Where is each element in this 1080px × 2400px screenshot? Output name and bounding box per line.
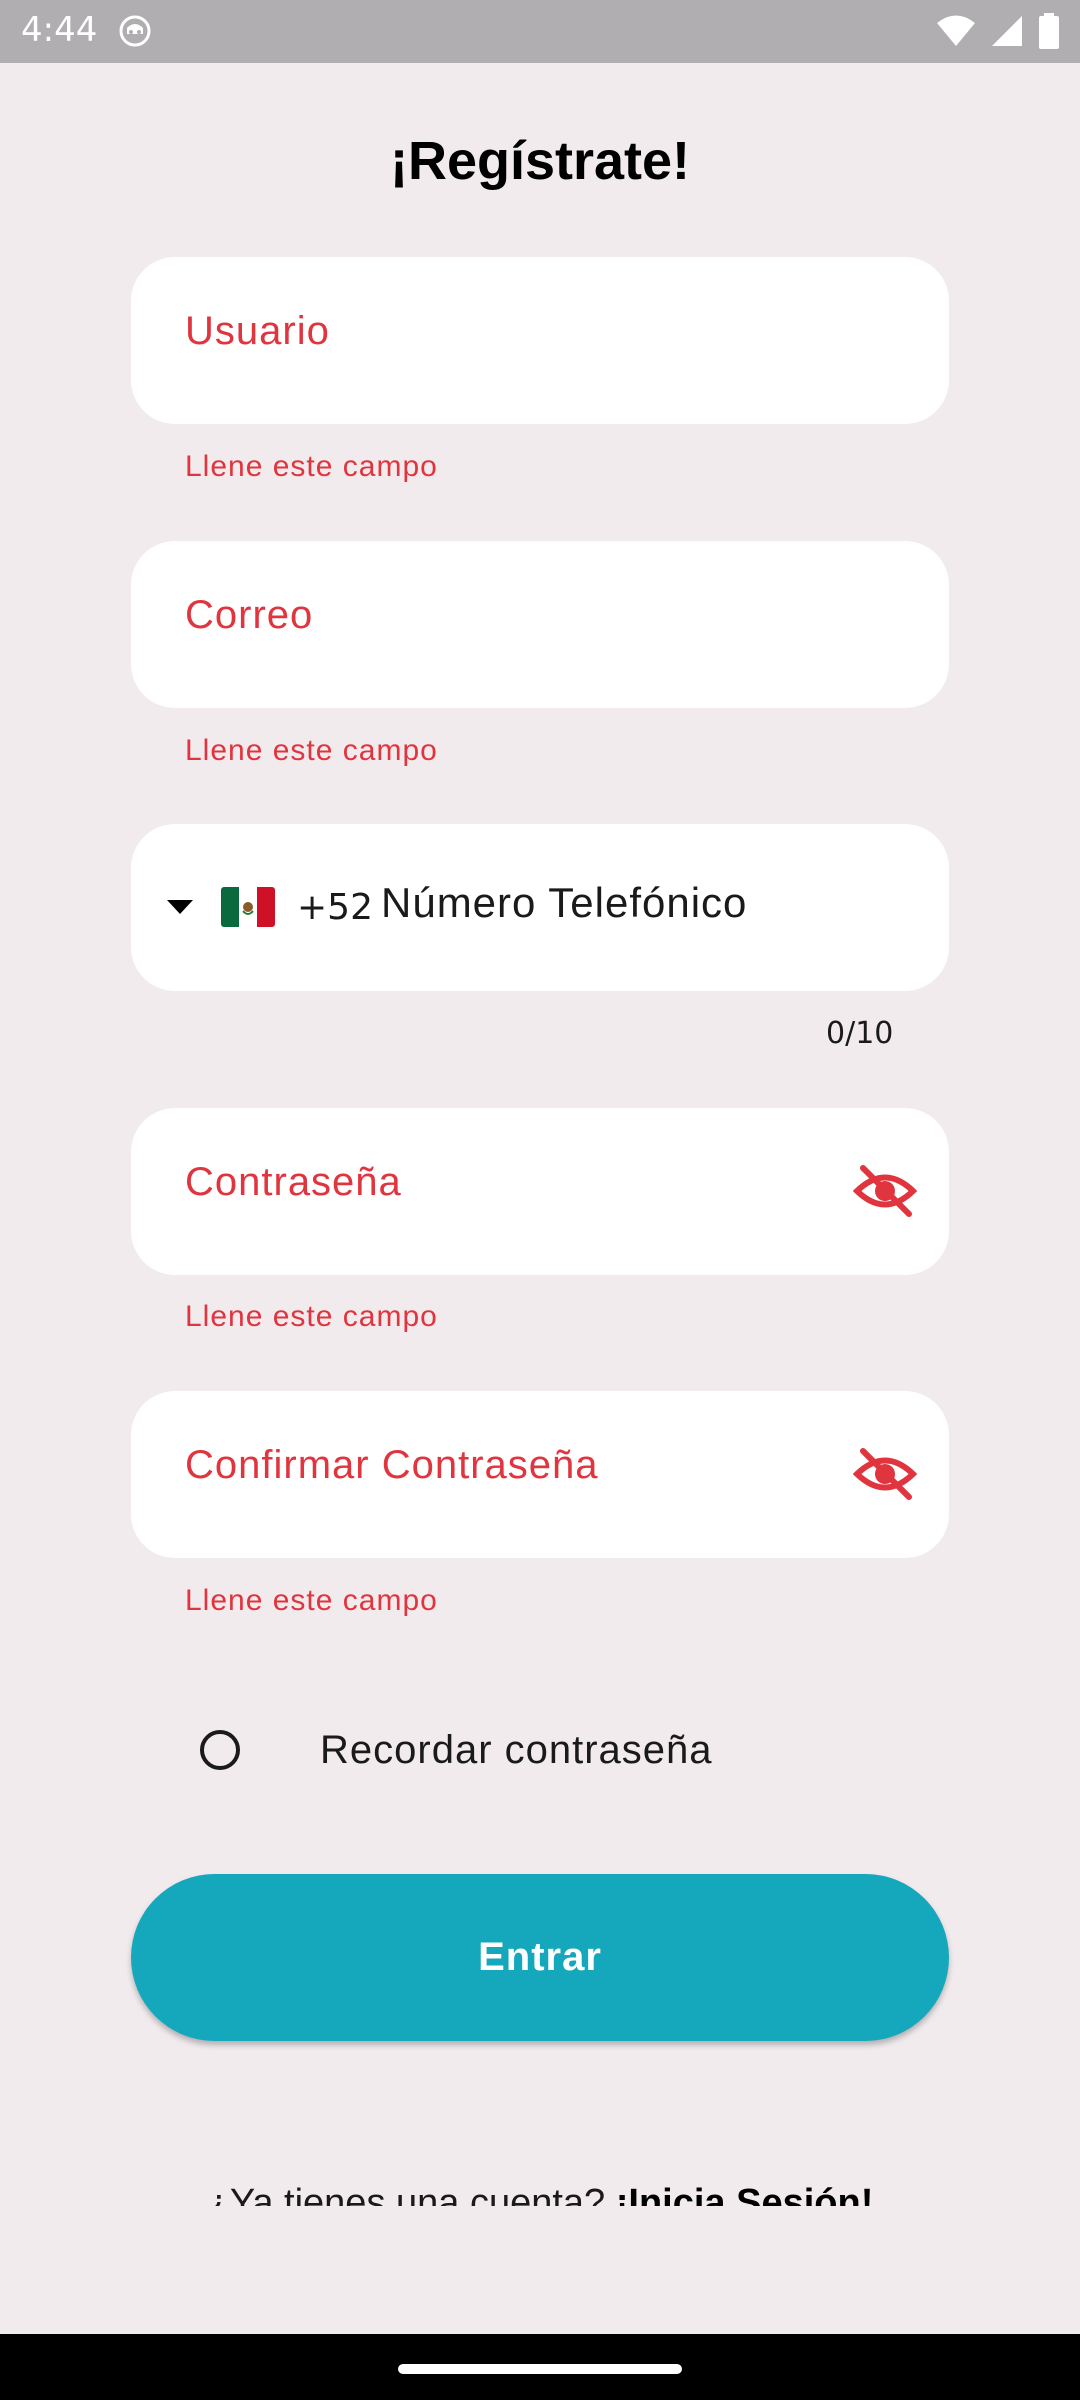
password-error: Llene este campo <box>185 1300 438 1333</box>
status-icons <box>936 13 1060 49</box>
phone-char-counter: 0/10 <box>826 1016 894 1051</box>
caret-down-icon <box>167 900 193 914</box>
username-error: Llene este campo <box>185 450 438 483</box>
email-field[interactable]: Correo <box>131 541 949 708</box>
status-time: 4:44 <box>21 10 98 50</box>
password-field[interactable]: Contraseña <box>131 1108 949 1275</box>
remember-password-label: Recordar contraseña <box>320 1727 713 1772</box>
email-error: Llene este campo <box>185 734 438 767</box>
eye-off-icon[interactable] <box>853 1162 917 1220</box>
password-field-label: Contraseña <box>185 1160 402 1204</box>
status-bar: 4:44 <box>0 0 1080 63</box>
dial-code: +52 <box>297 886 373 928</box>
eye-off-icon[interactable] <box>853 1445 917 1503</box>
country-code-dropdown[interactable]: +52 <box>157 864 373 950</box>
wifi-icon <box>937 15 975 46</box>
phone-input[interactable]: Número Telefónico <box>381 879 747 927</box>
battery-icon <box>1039 13 1059 49</box>
page-title: ¡Regístrate! <box>389 131 691 191</box>
remember-password-checkbox[interactable] <box>200 1730 240 1770</box>
login-link[interactable]: ¡Inicia Sesión! <box>616 2182 874 2206</box>
mexico-flag-icon <box>221 887 275 927</box>
username-field[interactable]: Usuario <box>131 257 949 424</box>
home-gesture-handle[interactable] <box>398 2364 682 2374</box>
confirm-password-error: Llene este campo <box>185 1584 438 1617</box>
navigation-bar <box>0 2334 1080 2400</box>
email-field-label: Correo <box>185 593 314 637</box>
confirm-password-field[interactable]: Confirmar Contraseña <box>131 1391 949 1558</box>
enter-button[interactable]: Entrar <box>131 1874 949 2041</box>
login-prompt: ¿Ya tienes una cuenta? ¡Inicia Sesión! <box>0 2166 1080 2206</box>
app-notification-icon <box>119 15 151 47</box>
login-prompt-text: ¿Ya tienes una cuenta? <box>206 2182 616 2206</box>
signal-icon <box>992 16 1022 46</box>
remember-password-row[interactable]: Recordar contraseña <box>200 1720 713 1780</box>
phone-field[interactable]: +52 Número Telefónico <box>131 824 949 991</box>
confirm-password-field-label: Confirmar Contraseña <box>185 1443 599 1487</box>
username-field-label: Usuario <box>185 309 330 353</box>
